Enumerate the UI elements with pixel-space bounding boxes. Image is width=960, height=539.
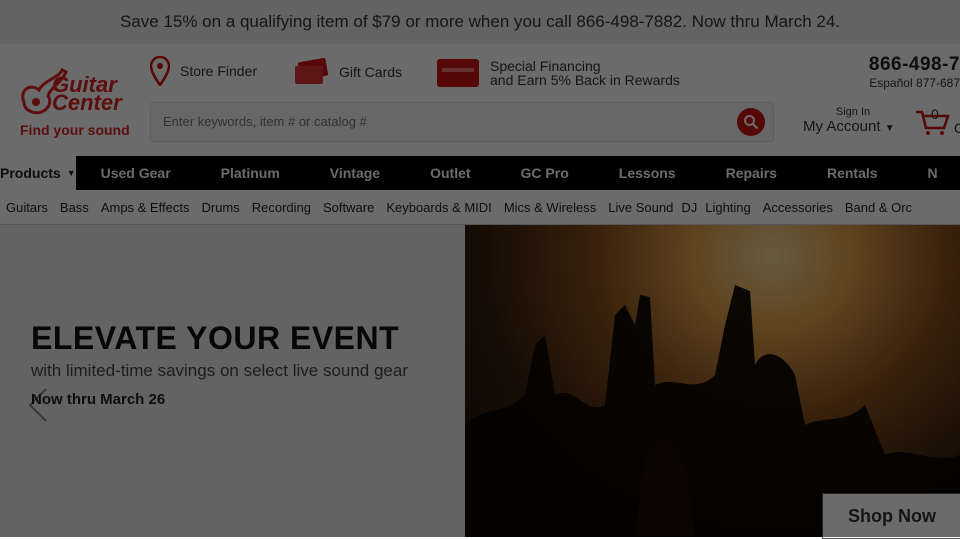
nav-item-lessons[interactable]: Lessons: [594, 165, 701, 181]
subnav-software[interactable]: Software: [317, 200, 380, 215]
hero-date: Now thru March 26: [31, 391, 166, 408]
subnav-drums[interactable]: Drums: [195, 200, 245, 215]
main-nav: Products ▼ Used Gear Platinum Vintage Ou…: [0, 156, 960, 190]
nav-item-rentals[interactable]: Rentals: [802, 165, 903, 181]
store-finder-label: Store Finder: [180, 63, 258, 79]
hero-subtitle: with limited-time savings on select live…: [31, 361, 409, 380]
products-label: Products: [0, 165, 61, 181]
financing-line-2: and Earn 5% Back in Rewards: [490, 72, 680, 88]
special-financing-link[interactable]: Special Financing and Earn 5% Back in Re…: [436, 58, 680, 88]
subnav-lighting[interactable]: Lighting: [699, 200, 757, 215]
phone-info[interactable]: 866-498-7 Español 877-687: [869, 54, 960, 90]
subnav-keyboards-midi[interactable]: Keyboards & MIDI: [380, 200, 498, 215]
site-header: Guitar Center Find your sound Store Find…: [0, 44, 960, 156]
sign-in-label: Sign In: [835, 106, 871, 118]
gift-card-icon: [295, 58, 329, 84]
nav-item-outlet[interactable]: Outlet: [405, 165, 495, 181]
subnav-dj[interactable]: DJ: [679, 200, 699, 215]
guitar-center-logo[interactable]: Guitar Center Find your sound: [14, 62, 140, 142]
products-menu[interactable]: Products ▼: [0, 156, 76, 190]
phone-espanol: Español 877-687: [869, 76, 960, 90]
promo-banner[interactable]: Save 15% on a qualifying item of $79 or …: [0, 0, 960, 44]
nav-item-used-gear[interactable]: Used Gear: [76, 165, 196, 181]
hero-title: ELEVATE YOUR EVENT: [31, 320, 400, 356]
logo-wordmark: Guitar Center: [52, 72, 122, 115]
search-input[interactable]: [151, 103, 735, 139]
cart-button[interactable]: 0 C: [914, 106, 960, 141]
gift-cards-label: Gift Cards: [339, 64, 403, 80]
financing-line-1: Special Financing: [490, 58, 601, 74]
my-account-menu[interactable]: Sign In My Account ▼: [803, 106, 913, 135]
gift-cards-link[interactable]: Gift Cards: [293, 58, 402, 86]
chevron-down-icon: ▼: [884, 123, 895, 134]
nav-item-more[interactable]: N: [903, 165, 960, 181]
search-bar: [150, 102, 774, 142]
subnav-guitars[interactable]: Guitars: [0, 200, 54, 215]
subnav-bass[interactable]: Bass: [54, 200, 95, 215]
subnav-accessories[interactable]: Accessories: [757, 200, 839, 215]
hero-concert-image[interactable]: [465, 225, 960, 537]
nav-item-repairs[interactable]: Repairs: [701, 165, 802, 181]
hero-text-panel[interactable]: ELEVATE YOUR EVENT with limited-time sav…: [0, 225, 465, 537]
store-finder-link[interactable]: Store Finder: [150, 56, 257, 86]
subnav-live-sound[interactable]: Live Sound: [602, 200, 679, 215]
search-icon: [744, 115, 759, 130]
nav-item-platinum[interactable]: Platinum: [196, 165, 305, 181]
logo-tagline: Find your sound: [20, 122, 130, 138]
subnav-band-orchestra[interactable]: Band & Orc: [839, 200, 918, 215]
promo-text: Save 15% on a qualifying item of $79 or …: [119, 12, 841, 31]
cart-count: 0: [931, 106, 939, 122]
my-account-label: My Account: [803, 118, 881, 135]
search-button[interactable]: [737, 108, 765, 136]
cart-label: C: [954, 120, 960, 136]
nav-item-gc-pro[interactable]: GC Pro: [496, 165, 594, 181]
subnav-mics-wireless[interactable]: Mics & Wireless: [498, 200, 602, 215]
map-pin-icon: [150, 56, 170, 86]
category-nav: Guitars Bass Amps & Effects Drums Record…: [0, 190, 960, 225]
phone-number: 866-498-7: [868, 54, 960, 75]
caret-down-icon: ▼: [66, 168, 76, 178]
subnav-recording[interactable]: Recording: [246, 200, 317, 215]
subnav-amps-effects[interactable]: Amps & Effects: [95, 200, 196, 215]
shop-now-button[interactable]: Shop Now: [822, 493, 960, 539]
nav-item-vintage[interactable]: Vintage: [305, 165, 405, 181]
credit-card-icon: [437, 59, 479, 87]
crowd-hands-silhouette: [465, 285, 960, 537]
